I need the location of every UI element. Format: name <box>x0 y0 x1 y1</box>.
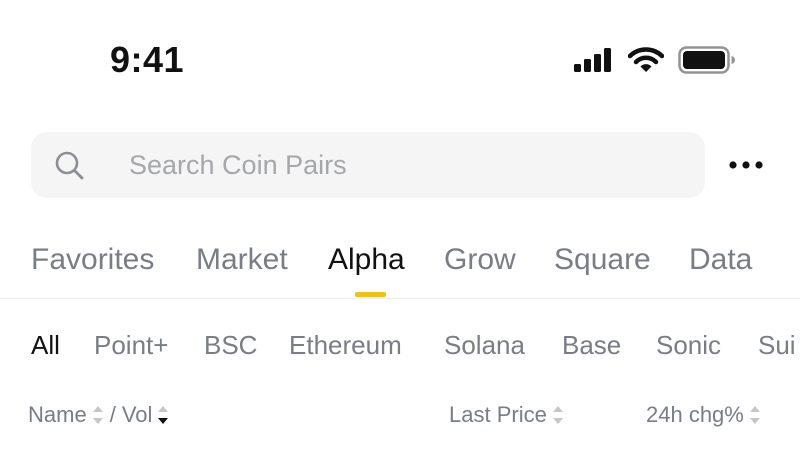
chain-tab-point-plus[interactable]: Point+ <box>94 327 168 363</box>
search-placeholder: Search Coin Pairs <box>129 150 347 180</box>
chain-tab-base[interactable]: Base <box>562 327 621 363</box>
sort-name-vol: Name / Vol <box>28 400 169 430</box>
sort-24h-change[interactable]: 24h chg% <box>646 400 761 430</box>
chain-tab-solana[interactable]: Solana <box>444 327 525 363</box>
chain-tab-bsc[interactable]: BSC <box>204 327 257 363</box>
tab-market[interactable]: Market <box>196 240 288 280</box>
search-input[interactable]: Search Coin Pairs <box>31 132 705 198</box>
tab-favorites[interactable]: Favorites <box>31 240 154 280</box>
more-dots-icon <box>729 161 763 169</box>
chain-tab-sonic[interactable]: Sonic <box>656 327 721 363</box>
sort-header: Name / Vol Last Price 24h chg% <box>0 400 800 430</box>
chain-filter-tabs: All Point+ BSC Ethereum Solana Base Soni… <box>0 327 800 363</box>
sort-vol-label[interactable]: Vol <box>122 400 153 430</box>
sort-24h-change-label: 24h chg% <box>646 402 744 427</box>
tab-data[interactable]: Data <box>689 240 752 280</box>
chain-tab-ethereum[interactable]: Ethereum <box>289 327 402 363</box>
sort-arrows-icon <box>552 406 563 424</box>
wifi-icon <box>628 47 664 72</box>
main-tabs: Favorites Market Alpha Grow Square Data <box>0 240 800 280</box>
sort-arrows-icon <box>749 406 760 424</box>
cellular-signal-icon <box>574 48 611 72</box>
sort-separator: / <box>109 402 116 427</box>
search-icon <box>55 151 84 180</box>
tab-grow[interactable]: Grow <box>444 240 516 280</box>
active-tab-indicator <box>355 292 386 297</box>
sort-name-label[interactable]: Name <box>28 400 87 430</box>
more-button[interactable] <box>724 148 768 182</box>
chain-tab-all[interactable]: All <box>31 327 60 363</box>
sort-arrows-icon[interactable] <box>92 404 104 426</box>
chain-tab-sui[interactable]: Sui <box>758 327 796 363</box>
status-time: 9:41 <box>110 39 185 80</box>
status-icons <box>574 44 736 76</box>
sort-last-price-label: Last Price <box>449 402 547 427</box>
tabs-divider <box>0 298 800 299</box>
sort-last-price[interactable]: Last Price <box>449 400 564 430</box>
battery-icon <box>678 46 735 74</box>
tab-alpha[interactable]: Alpha <box>328 240 405 280</box>
sort-arrows-icon[interactable] <box>157 404 169 426</box>
tab-square[interactable]: Square <box>554 240 651 280</box>
